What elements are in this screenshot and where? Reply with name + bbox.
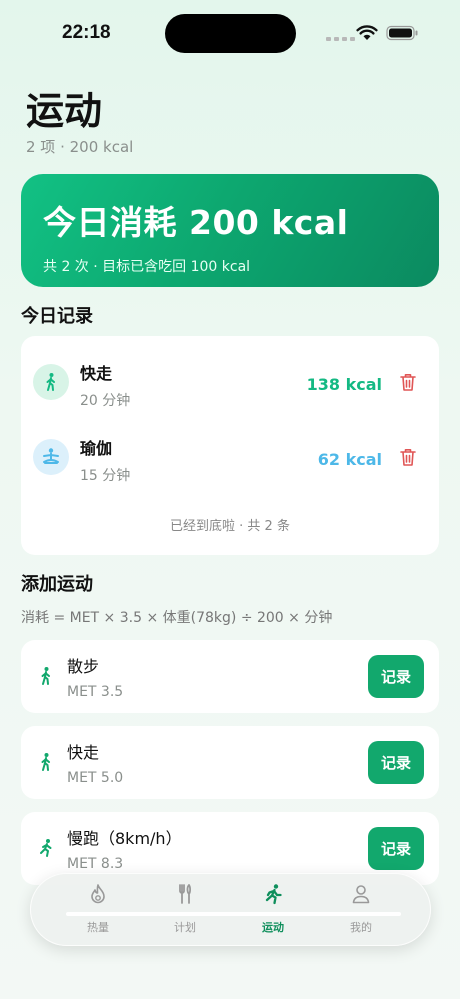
records-section-title: 今日记录 [21,306,93,327]
tab-label: 我的 [350,921,372,934]
trash-icon[interactable] [399,372,417,392]
tab-bar: 热量 计划 运动 我的 [30,873,431,946]
list-end-text: 已经到底啦 · 共 2 条 [170,519,290,534]
walk-icon [41,667,50,685]
record-duration: 20 分钟 [80,393,131,409]
daily-burn-subtitle: 共 2 次 · 目标已含吃回 100 kcal [43,259,251,275]
log-exercise-button[interactable]: 记录 [368,827,424,870]
walk-icon [41,753,50,771]
status-time: 22:18 [62,22,111,43]
running-icon [265,884,282,905]
daily-burn-summary-card: 今日消耗 200 kcal 共 2 次 · 目标已含吃回 100 kcal [21,174,439,287]
fork-knife-icon [179,884,192,904]
exercise-name: 慢跑（8km/h） [67,829,182,848]
cellular-signal-icon [326,37,355,41]
flame-icon [91,884,105,904]
tab-calories[interactable]: 热量 [63,883,133,939]
yoga-icon [33,439,69,475]
tab-label: 热量 [87,921,109,934]
record-name: 瑜伽 [80,439,113,458]
tab-exercise[interactable]: 运动 [238,883,308,939]
exercise-card: 快走 MET 5.0 记录 [21,726,439,799]
status-bar: 22:18 [0,0,460,66]
wifi-icon [356,25,378,40]
record-duration: 15 分钟 [80,468,131,484]
exercise-name: 快走 [67,743,100,762]
exercise-card: 散步 MET 3.5 记录 [21,640,439,713]
record-kcal: 62 kcal [317,450,382,469]
person-icon [352,885,370,904]
trash-icon[interactable] [399,447,417,467]
record-row: 瑜伽 15 分钟 62 kcal [21,428,439,498]
record-name: 快走 [80,364,113,383]
exercise-met: MET 5.0 [67,770,124,786]
record-kcal: 138 kcal [306,375,382,394]
running-icon [40,839,52,857]
tab-label: 计划 [174,921,196,934]
tab-label: 运动 [262,921,284,934]
battery-icon [386,25,418,41]
page-subtitle: 2 项 · 200 kcal [26,138,134,156]
record-row: 快走 20 分钟 138 kcal [21,353,439,423]
records-card: 快走 20 分钟 138 kcal 瑜伽 15 分钟 62 kcal 已经到底啦… [21,336,439,555]
page-title: 运动 [26,89,103,133]
exercise-name: 散步 [67,657,100,676]
log-exercise-button[interactable]: 记录 [368,655,424,698]
log-exercise-button[interactable]: 记录 [368,741,424,784]
tab-profile[interactable]: 我的 [326,883,396,939]
exercise-met: MET 8.3 [67,856,124,872]
calorie-formula: 消耗 = MET × 3.5 × 体重(78kg) ÷ 200 × 分钟 [21,610,333,626]
dynamic-island [165,14,296,53]
exercise-met: MET 3.5 [67,684,124,700]
add-section-title: 添加运动 [21,574,93,595]
tab-plan[interactable]: 计划 [150,883,220,939]
walk-icon [33,364,69,400]
daily-burn-title: 今日消耗 200 kcal [43,203,349,242]
